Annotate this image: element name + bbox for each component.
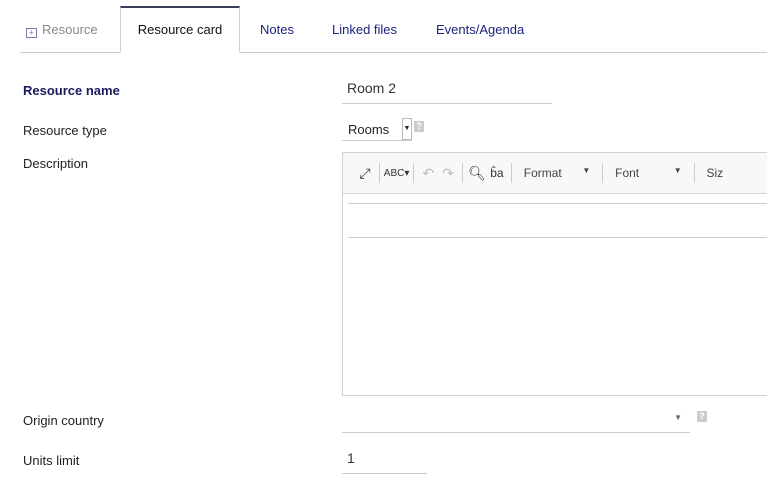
- help-icon[interactable]: ?: [414, 121, 424, 132]
- content-divider: [348, 203, 767, 204]
- help-icon[interactable]: ?: [697, 411, 707, 422]
- units-limit-label: Units limit: [23, 453, 80, 468]
- chevron-down-icon: ▼: [402, 118, 412, 140]
- resource-type-select[interactable]: Rooms ▼: [342, 116, 412, 141]
- units-limit-input[interactable]: 1: [342, 450, 427, 474]
- undo-icon[interactable]: ↶: [418, 165, 438, 182]
- spellcheck-icon[interactable]: ABC▾: [384, 168, 410, 179]
- font-dropdown[interactable]: Font ▼: [607, 166, 690, 180]
- resource-icon: +: [26, 28, 37, 38]
- tab-linked-files[interactable]: Linked files: [332, 6, 397, 53]
- description-label: Description: [23, 156, 89, 171]
- replace-icon[interactable]: b̂a: [487, 166, 507, 180]
- redo-icon[interactable]: ↷: [438, 165, 458, 182]
- resource-name-input[interactable]: Room 2: [342, 80, 552, 104]
- description-editor[interactable]: ⤢ ABC▾ ↶ ↷ 🔍︎ b̂a Format ▼ Font ▼ Siz: [342, 152, 767, 396]
- resource-name-label: Resource name: [23, 83, 120, 98]
- editor-toolbar: ⤢ ABC▾ ↶ ↷ 🔍︎ b̂a Format ▼ Font ▼ Siz: [343, 153, 767, 194]
- resource-type-label: Resource type: [23, 123, 107, 138]
- content-divider: [348, 237, 767, 238]
- tab-resource-card[interactable]: Resource card: [120, 6, 240, 53]
- size-dropdown[interactable]: Siz: [698, 166, 767, 180]
- chevron-down-icon: ▼: [674, 413, 682, 422]
- origin-country-select[interactable]: ▼: [342, 405, 690, 433]
- tab-resource[interactable]: + Resource: [26, 6, 98, 53]
- format-dropdown[interactable]: Format ▼: [516, 166, 599, 180]
- tab-events-agenda[interactable]: Events/Agenda: [436, 6, 524, 53]
- tab-bar: + Resource Resource card Notes Linked fil…: [20, 0, 767, 53]
- tab-notes[interactable]: Notes: [260, 6, 294, 53]
- origin-country-label: Origin country: [23, 413, 104, 428]
- maximize-icon[interactable]: ⤢: [355, 165, 375, 182]
- search-icon[interactable]: 🔍︎: [467, 165, 487, 182]
